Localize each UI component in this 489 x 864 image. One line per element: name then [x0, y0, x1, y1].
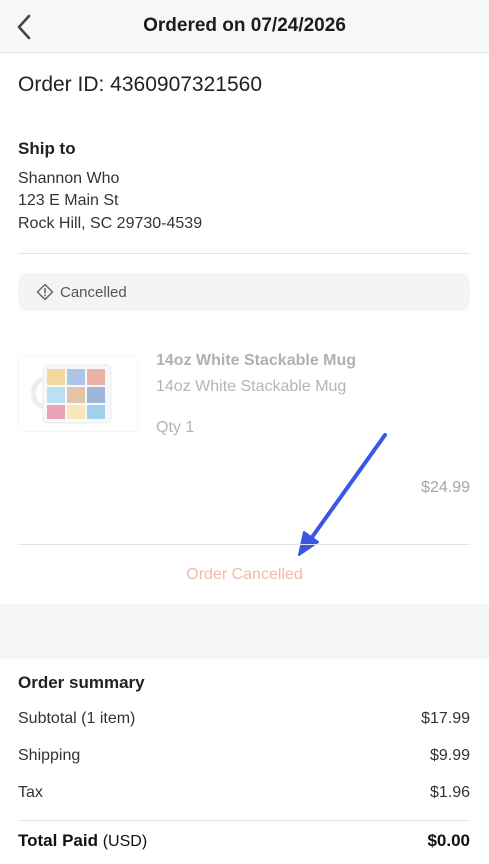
- summary-row-tax: Tax $1.96: [18, 784, 470, 802]
- top-bar: Ordered on 07/24/2026: [0, 0, 489, 53]
- divider: [18, 820, 470, 821]
- warning-diamond-icon: [36, 283, 54, 301]
- summary-value: $9.99: [429, 747, 470, 764]
- product-title[interactable]: 14oz White Stackable Mug: [156, 352, 356, 370]
- product-variant: 14oz White Stackable Mug: [156, 378, 347, 395]
- ship-to-name: Shannon Who: [18, 170, 120, 187]
- ship-to-city: Rock Hill, SC 29730-4539: [18, 215, 203, 232]
- summary-label: Tax: [18, 784, 43, 801]
- total-paid-value: $0.00: [427, 831, 470, 850]
- order-summary-heading: Order summary: [18, 673, 145, 692]
- total-paid-text: Total Paid: [18, 831, 98, 850]
- total-paid-label: Total Paid (USD): [18, 831, 147, 851]
- product-quantity: Qty 1: [156, 419, 195, 436]
- status-label: Cancelled: [60, 283, 127, 301]
- total-currency: (USD): [102, 833, 148, 850]
- divider: [18, 544, 470, 545]
- summary-row-subtotal: Subtotal (1 item) $17.99: [18, 710, 470, 728]
- product-image[interactable]: [18, 356, 138, 432]
- page-title: Ordered on 07/24/2026: [143, 15, 346, 36]
- summary-value: $1.96: [429, 784, 470, 801]
- order-detail-page: Ordered on 07/24/2026 Order ID: 43609073…: [0, 0, 489, 864]
- product-price: $24.99: [421, 479, 470, 496]
- divider: [18, 253, 470, 254]
- order-id: Order ID: 4360907321560: [18, 73, 263, 96]
- total-paid-row: Total Paid (USD) $0.00: [18, 831, 470, 851]
- ship-to-heading: Ship to: [18, 139, 76, 158]
- section-separator: [0, 604, 489, 659]
- summary-label: Shipping: [18, 747, 81, 764]
- summary-label: Subtotal (1 item): [18, 710, 136, 727]
- order-cancelled-label: Order Cancelled: [186, 566, 303, 583]
- mug-image: [31, 364, 112, 424]
- status-badge: Cancelled: [18, 273, 470, 311]
- ship-to-street: 123 E Main St: [18, 192, 119, 209]
- summary-value: $17.99: [421, 710, 470, 727]
- summary-row-shipping: Shipping $9.99: [18, 747, 470, 765]
